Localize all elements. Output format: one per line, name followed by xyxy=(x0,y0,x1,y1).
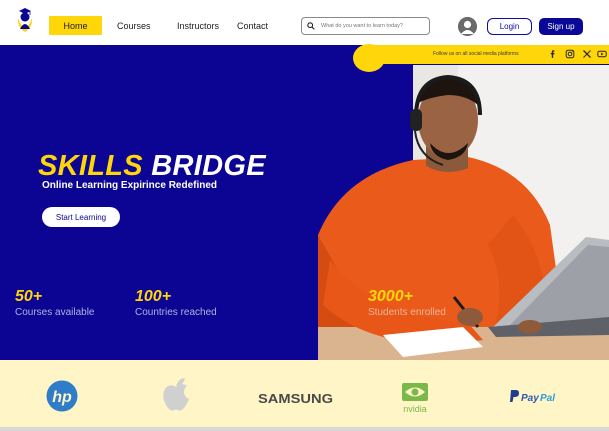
svg-text:Pal: Pal xyxy=(540,393,555,404)
samsung-logo: SAMSUNG xyxy=(258,391,334,409)
hero-title-skills: SKILLS xyxy=(38,150,143,182)
hero-photo xyxy=(318,65,609,360)
logo[interactable] xyxy=(13,5,37,35)
svg-text:Pay: Pay xyxy=(521,393,539,404)
stat-value-students: 3000+ xyxy=(368,288,413,305)
svg-text:SAMSUNG: SAMSUNG xyxy=(258,392,333,404)
stat-label-countries: Countries reached xyxy=(135,307,217,318)
stat-value-courses: 50+ xyxy=(15,288,43,305)
x-icon[interactable] xyxy=(582,49,592,59)
nav-contact[interactable]: Contact xyxy=(237,21,268,31)
start-learning-button[interactable]: Start Learning xyxy=(42,207,120,227)
page: Home Courses Instructors Contact Login S… xyxy=(0,0,609,431)
svg-text:nvidia: nvidia xyxy=(403,404,427,414)
instagram-icon[interactable] xyxy=(565,49,575,59)
hero-title: SKILLS BRIDGE xyxy=(38,150,266,183)
login-button[interactable]: Login xyxy=(487,18,532,35)
stat-label-students: Students enrolled xyxy=(368,307,446,318)
hp-logo: hp xyxy=(46,380,78,417)
social-follow-text: Follow us on all social media platforms xyxy=(433,51,519,57)
nav-instructors[interactable]: Instructors xyxy=(177,21,219,31)
search-box[interactable] xyxy=(301,17,430,35)
search-input[interactable] xyxy=(321,23,421,29)
footer-divider xyxy=(0,427,609,431)
youtube-icon[interactable] xyxy=(597,49,607,59)
user-avatar-icon[interactable] xyxy=(458,17,477,36)
hero-title-bridge: BRIDGE xyxy=(151,150,266,182)
search-icon xyxy=(307,22,315,30)
apple-logo xyxy=(161,376,191,417)
facebook-icon[interactable] xyxy=(548,49,558,59)
hero-subtitle: Online Learning Expirince Redefined xyxy=(42,180,218,191)
signup-button[interactable]: Sign up xyxy=(539,18,583,35)
stat-value-countries: 100+ xyxy=(135,288,172,305)
nvidia-logo: nvidia xyxy=(396,380,434,419)
paypal-logo: Pay Pal xyxy=(509,389,565,410)
nav-courses[interactable]: Courses xyxy=(117,21,151,31)
nav-home[interactable]: Home xyxy=(49,16,102,35)
top-navbar: Home Courses Instructors Contact Login S… xyxy=(0,0,609,45)
stat-label-courses: Courses available xyxy=(15,307,95,318)
svg-text:hp: hp xyxy=(52,389,72,406)
